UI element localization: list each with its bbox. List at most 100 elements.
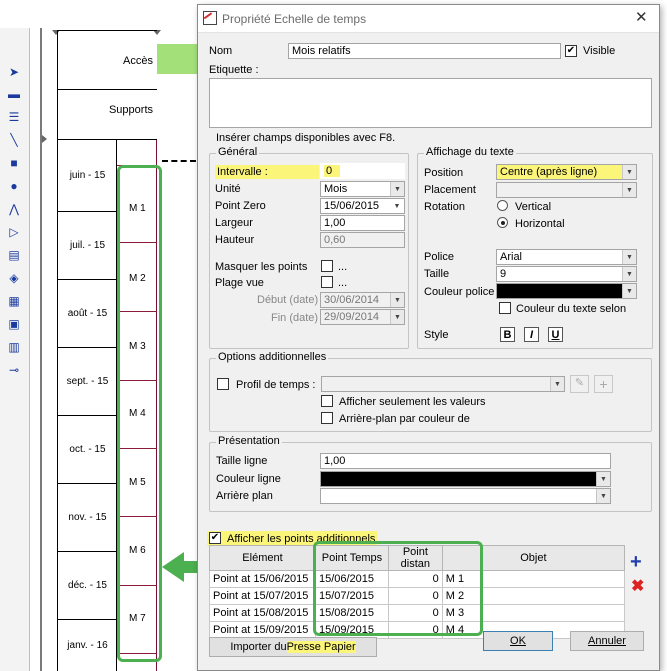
horizontal-radio[interactable] xyxy=(497,217,508,228)
couleur-selon-checkbox[interactable] xyxy=(499,302,511,314)
debut-value: 30/06/2014 xyxy=(324,294,380,306)
largeur-label: Largeur xyxy=(215,217,253,229)
arriere-plan-select[interactable]: ▼ xyxy=(320,488,611,504)
arriere-plan-couleur-label: Arrière-plan par couleur de xyxy=(339,413,470,425)
date-cell: déc. - 15 xyxy=(58,552,117,620)
taille-value: 9 xyxy=(500,268,507,280)
point-zero-label: Point Zero xyxy=(215,200,266,212)
polygon-tool-icon[interactable]: ▷ xyxy=(6,224,22,240)
link-tool-icon[interactable]: ⊸ xyxy=(6,362,22,378)
afficher-points-checkbox[interactable]: ✔ xyxy=(209,532,221,544)
chevron-down-icon: ▼ xyxy=(622,183,636,197)
masquer-checkbox[interactable] xyxy=(321,260,333,272)
add-point-icon[interactable]: + xyxy=(630,552,642,572)
nom-label: Nom xyxy=(209,45,233,57)
masquer-ellipsis[interactable]: ... xyxy=(338,261,347,273)
couleur-police-select[interactable]: ▼ xyxy=(496,283,637,299)
vertical-radio[interactable] xyxy=(497,200,508,211)
cancel-button[interactable]: Annuler xyxy=(570,631,644,651)
profil-select[interactable]: ▼ xyxy=(321,376,565,392)
import-label-highlight: Presse Papier xyxy=(286,641,356,653)
placement-select[interactable]: ▼ xyxy=(496,182,637,198)
plage-checkbox[interactable] xyxy=(321,276,333,288)
chevron-down-icon: ▼ xyxy=(390,182,404,196)
header-supports: Supports xyxy=(57,90,157,140)
delete-point-icon[interactable]: ✖ xyxy=(631,579,644,595)
taille-select[interactable]: 9 ▼ xyxy=(496,266,637,282)
pointer-tool-icon[interactable]: ➤ xyxy=(6,64,22,80)
fin-date[interactable]: 29/09/2014 ▼ xyxy=(320,309,405,325)
taille-ligne-input[interactable]: 1,00 xyxy=(320,453,611,469)
nom-input[interactable]: Mois relatifs xyxy=(288,43,561,59)
column-header[interactable]: Elément xyxy=(209,545,316,571)
rectangle-tool-icon[interactable]: ■ xyxy=(6,155,22,171)
ok-button[interactable]: OK xyxy=(483,631,553,651)
taille-label: Taille xyxy=(424,268,450,280)
debut-label: Début (date) xyxy=(257,294,319,306)
element-cell: Point at 15/07/2015 xyxy=(209,587,316,605)
police-select[interactable]: Arial ▼ xyxy=(496,249,637,265)
bold-button[interactable]: B xyxy=(500,327,515,342)
edit-pencil-icon xyxy=(203,11,217,25)
edit-icon[interactable]: ✎ xyxy=(570,375,589,393)
largeur-input[interactable]: 1,00 xyxy=(320,215,405,231)
element-cell: Point at 15/06/2015 xyxy=(209,570,316,588)
date-cell: juin - 15 xyxy=(58,140,117,212)
point-zero-date[interactable]: 15/06/2015 ▼ xyxy=(320,198,405,214)
horizontal-label: Horizontal xyxy=(515,218,565,230)
couleur-police-label: Couleur police xyxy=(424,286,495,298)
visible-checkbox[interactable]: ✔ xyxy=(565,45,577,57)
title-bar: Propriété Echelle de temps ✕ xyxy=(198,5,659,33)
line-tool-icon[interactable]: ╲ xyxy=(6,132,22,148)
polyline-tool-icon[interactable]: ⋀ xyxy=(6,201,22,217)
profil-checkbox[interactable] xyxy=(217,378,229,390)
import-label-prefix: Importer du xyxy=(230,641,287,653)
dialog-title: Propriété Echelle de temps xyxy=(222,12,367,26)
couleur-ligne-label: Couleur ligne xyxy=(216,473,281,485)
grid-tool-icon[interactable]: ▦ xyxy=(6,293,22,309)
chart-tool-icon[interactable]: ▥ xyxy=(6,339,22,355)
position-select[interactable]: Centre (après ligne) ▼ xyxy=(496,164,637,180)
header-acces-label: Accès xyxy=(123,55,153,67)
shape-tool-icon[interactable]: ◈ xyxy=(6,270,22,286)
debut-date[interactable]: 30/06/2014 ▼ xyxy=(320,292,405,308)
etiquette-textarea[interactable] xyxy=(209,78,652,128)
afficher-valeurs-checkbox[interactable] xyxy=(321,395,333,407)
underline-button[interactable]: U xyxy=(548,327,563,342)
annotation-table-highlight xyxy=(313,541,483,636)
unite-select[interactable]: Mois ▼ xyxy=(320,181,405,197)
plage-ellipsis[interactable]: ... xyxy=(338,277,347,289)
rotation-label: Rotation xyxy=(424,201,465,213)
chevron-down-icon: ▼ xyxy=(596,472,610,486)
italic-button[interactable]: I xyxy=(524,327,539,342)
image-tool-icon[interactable]: ▣ xyxy=(6,316,22,332)
document-tool-icon[interactable]: ▤ xyxy=(6,247,22,263)
options-title: Options additionnelles xyxy=(216,351,329,363)
chevron-down-icon: ▼ xyxy=(550,377,564,391)
vertical-label: Vertical xyxy=(515,201,552,213)
chevron-down-icon: ▼ xyxy=(622,165,636,179)
intervalle-input[interactable]: 0 xyxy=(320,163,405,179)
arriere-plan-couleur-checkbox[interactable] xyxy=(321,412,333,424)
ellipse-tool-icon[interactable]: ● xyxy=(6,178,22,194)
couleur-ligne-select[interactable]: ▼ xyxy=(320,471,611,487)
chevron-down-icon: ▼ xyxy=(390,199,404,213)
etiquette-label: Etiquette : xyxy=(209,64,259,76)
bar-tool-icon[interactable]: ▬ xyxy=(6,86,22,102)
header-acces: Accès xyxy=(57,30,157,90)
add-icon[interactable]: + xyxy=(594,375,613,393)
hauteur-input[interactable]: 0,60 xyxy=(320,232,405,248)
close-icon[interactable]: ✕ xyxy=(635,8,648,26)
arriere-plan-label: Arrière plan xyxy=(216,490,273,502)
intervalle-value: 0 xyxy=(324,165,341,177)
presentation-title: Présentation xyxy=(216,435,282,447)
position-label: Position xyxy=(424,167,464,179)
point-zero-value: 15/06/2015 xyxy=(324,200,380,212)
list-tool-icon[interactable]: ☰ xyxy=(6,109,22,125)
fin-value: 29/09/2014 xyxy=(324,311,380,323)
chevron-down-icon: ▼ xyxy=(390,293,404,307)
date-cell: nov. - 15 xyxy=(58,484,117,552)
import-button[interactable]: Importer du Presse Papier xyxy=(209,637,377,657)
chevron-down-icon: ▼ xyxy=(622,250,636,264)
annotation-highlight-box xyxy=(117,165,162,662)
